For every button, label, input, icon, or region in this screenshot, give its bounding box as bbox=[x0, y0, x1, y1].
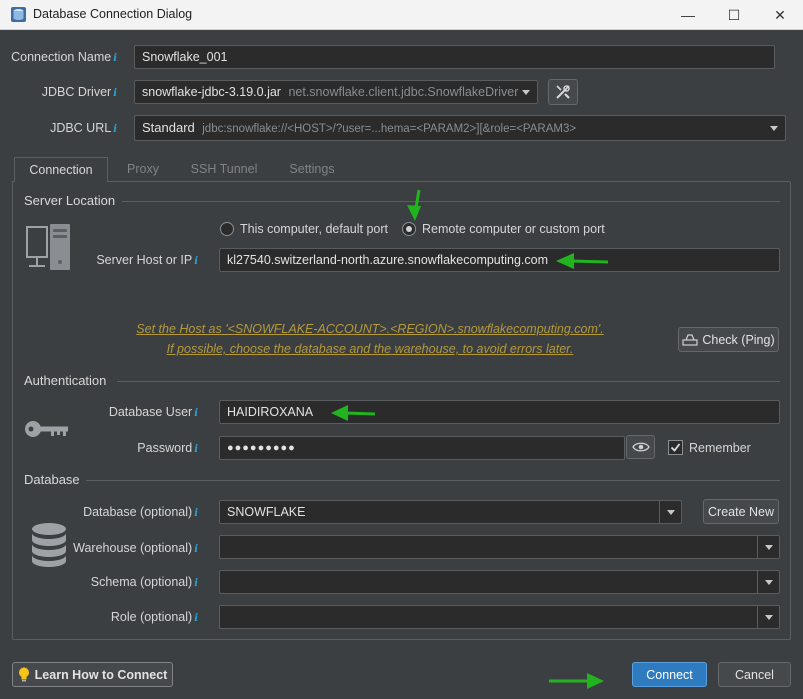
database-heading: Database bbox=[24, 472, 80, 487]
key-icon bbox=[25, 421, 68, 437]
database-label: Database (optional) i bbox=[83, 505, 198, 519]
url-mode: Standard bbox=[142, 120, 195, 135]
learn-how-button[interactable]: Learn How to Connect bbox=[12, 662, 173, 687]
show-password-button[interactable] bbox=[626, 435, 655, 459]
section-divider bbox=[122, 201, 780, 202]
network-icon bbox=[682, 333, 698, 346]
password-label: Password i bbox=[137, 441, 198, 455]
database-icon bbox=[32, 523, 66, 567]
database-user-label: Database User i bbox=[108, 405, 198, 419]
driver-jar: snowflake-jdbc-3.19.0.jar bbox=[142, 85, 281, 99]
tab-proxy[interactable]: Proxy bbox=[114, 157, 172, 182]
chevron-down-icon bbox=[757, 536, 779, 558]
section-divider bbox=[86, 480, 780, 481]
database-user-input[interactable]: HAIDIROXANA bbox=[219, 400, 780, 424]
create-new-button[interactable]: Create New bbox=[703, 499, 779, 524]
chevron-down-icon bbox=[763, 116, 785, 140]
jdbc-url-select[interactable]: Standard jdbc:snowflake://<HOST>/?user=.… bbox=[134, 115, 786, 141]
tab-settings[interactable]: Settings bbox=[278, 157, 346, 182]
info-icon: i bbox=[194, 544, 198, 555]
jdbc-url-label: JDBC URL i bbox=[50, 121, 117, 135]
cancel-button[interactable]: Cancel bbox=[718, 662, 791, 687]
schema-label: Schema (optional) i bbox=[90, 575, 198, 589]
password-input[interactable]: ●●●●●●●●● bbox=[219, 436, 625, 460]
authentication-heading: Authentication bbox=[24, 373, 107, 388]
tab-connection[interactable]: Connection bbox=[14, 157, 108, 182]
chevron-down-icon bbox=[659, 501, 681, 523]
check-ping-button[interactable]: Check (Ping) bbox=[678, 327, 779, 352]
eye-icon bbox=[631, 442, 650, 452]
server-computer-icon bbox=[26, 224, 70, 270]
jdbc-driver-label: JDBC Driver i bbox=[41, 85, 117, 99]
role-label: Role (optional) i bbox=[110, 610, 198, 624]
info-icon: i bbox=[194, 408, 198, 419]
chevron-down-icon bbox=[757, 606, 779, 628]
minimize-button[interactable]: — bbox=[665, 0, 711, 30]
section-divider bbox=[117, 381, 780, 382]
radio-local-label: This computer, default port bbox=[240, 222, 388, 236]
info-icon: i bbox=[194, 444, 198, 455]
chevron-down-icon bbox=[515, 81, 537, 103]
remember-checkbox[interactable] bbox=[668, 440, 683, 455]
server-location-heading: Server Location bbox=[24, 193, 116, 208]
warehouse-select[interactable] bbox=[219, 535, 780, 559]
radio-remote-label: Remote computer or custom port bbox=[422, 222, 605, 236]
info-icon: i bbox=[113, 88, 117, 99]
info-icon: i bbox=[194, 578, 198, 589]
schema-select[interactable] bbox=[219, 570, 780, 594]
radio-local[interactable] bbox=[220, 222, 234, 236]
tab-joint bbox=[15, 181, 107, 183]
info-icon: i bbox=[194, 613, 198, 624]
lightbulb-icon bbox=[18, 667, 29, 682]
tab-ssh-tunnel[interactable]: SSH Tunnel bbox=[180, 157, 268, 182]
connection-name-label: Connection Name i bbox=[11, 50, 117, 64]
connect-button[interactable]: Connect bbox=[632, 662, 707, 687]
info-icon: i bbox=[113, 124, 117, 135]
host-hint-line2[interactable]: If possible, choose the database and the… bbox=[100, 342, 640, 356]
tools-icon bbox=[556, 85, 570, 99]
arrow-right-icon bbox=[549, 673, 604, 689]
info-icon: i bbox=[194, 256, 198, 267]
window-title: Database Connection Dialog bbox=[33, 7, 193, 21]
server-host-input[interactable]: kl27540.switzerland-north.azure.snowflak… bbox=[219, 248, 780, 272]
driver-class: net.snowflake.client.jdbc.SnowflakeDrive… bbox=[288, 85, 519, 99]
driver-tools-button[interactable] bbox=[548, 79, 578, 105]
info-icon: i bbox=[194, 508, 198, 519]
chevron-down-icon bbox=[757, 571, 779, 593]
title-bar: Database Connection Dialog — ☐ ✕ bbox=[0, 0, 803, 30]
info-icon: i bbox=[113, 53, 117, 64]
database-select[interactable]: SNOWFLAKE bbox=[219, 500, 682, 524]
connection-name-input[interactable]: Snowflake_001 bbox=[134, 45, 775, 69]
jdbc-driver-select[interactable]: snowflake-jdbc-3.19.0.jar net.snowflake.… bbox=[134, 80, 538, 104]
remember-label: Remember bbox=[689, 441, 751, 455]
role-select[interactable] bbox=[219, 605, 780, 629]
url-template: jdbc:snowflake://<HOST>/?user=...hema=<P… bbox=[202, 123, 577, 135]
maximize-button[interactable]: ☐ bbox=[711, 0, 757, 30]
radio-remote[interactable] bbox=[402, 222, 416, 236]
checkmark-icon bbox=[670, 443, 681, 452]
host-hint-line1[interactable]: Set the Host as '<SNOWFLAKE-ACCOUNT>.<RE… bbox=[100, 322, 640, 336]
close-window-button[interactable]: ✕ bbox=[757, 0, 803, 30]
database-app-icon bbox=[11, 7, 26, 22]
warehouse-label: Warehouse (optional) i bbox=[73, 541, 198, 555]
server-host-label: Server Host or IP i bbox=[96, 253, 198, 267]
